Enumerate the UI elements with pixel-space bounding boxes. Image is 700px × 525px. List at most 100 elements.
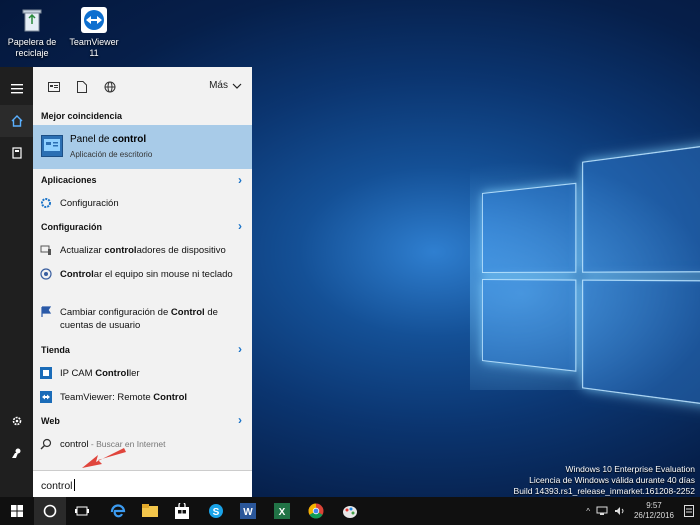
clock[interactable]: 9:57 26/12/2016: [634, 501, 674, 521]
system-tray: ^ 9:57 26/12/2016: [586, 497, 700, 525]
taskbar-app-explorer[interactable]: [138, 497, 162, 525]
desktop-icon-recycle-bin[interactable]: Papelera de reciclaje: [2, 6, 62, 59]
start-left-rail: [0, 67, 33, 497]
result-item-label: TeamViewer: Remote Control: [60, 392, 188, 403]
taskbar: S W X ^ 9:57 26/12/2016: [0, 497, 700, 525]
cortana-button[interactable]: [34, 497, 66, 525]
recycle-bin-icon: [18, 6, 46, 34]
taskbar-app-paint[interactable]: [338, 497, 362, 525]
settings-button[interactable]: [0, 405, 33, 437]
apps-filter-icon: [48, 82, 60, 92]
control-panel-icon: [41, 135, 63, 157]
svg-text:S: S: [213, 507, 220, 518]
filter-documents-button[interactable]: [69, 74, 95, 100]
taskbar-app-word[interactable]: W: [236, 497, 260, 525]
ease-of-access-icon: [40, 268, 52, 280]
notifications-icon[interactable]: [684, 505, 694, 517]
start-icon: [11, 505, 23, 517]
result-item-label: Configuración: [60, 198, 119, 209]
task-view-icon: [75, 506, 89, 516]
section-expand-settings[interactable]: ›: [238, 219, 242, 233]
result-item-label: Actualizar controladores de dispositivo: [60, 245, 226, 256]
devices-icon: [40, 245, 51, 255]
result-item[interactable]: Configuración: [33, 197, 252, 211]
result-item-label: Cambiar configuración de Control de cuen…: [60, 307, 218, 331]
paint-icon: [343, 506, 357, 518]
windows-logo-wallpaper: [482, 143, 700, 407]
task-view-button[interactable]: [68, 497, 96, 525]
section-header-apps: Aplicaciones: [41, 175, 97, 185]
desktop-icon-label: TeamViewer 11: [69, 37, 119, 58]
desktop-icon-label: Papelera de: [7, 37, 57, 47]
section-expand-apps[interactable]: ›: [238, 173, 242, 187]
taskbar-app-edge[interactable]: [106, 497, 130, 525]
tray-chevron-up-icon[interactable]: ^: [586, 507, 590, 516]
search-icon: [40, 438, 52, 450]
result-item-label: Controlar el equipo sin mouse ni teclado: [60, 269, 233, 280]
word-icon: W: [240, 503, 256, 519]
result-item[interactable]: TeamViewer: Remote Control: [33, 391, 252, 405]
cortana-icon: [43, 504, 57, 518]
home-icon: [11, 115, 22, 127]
svg-text:W: W: [243, 507, 253, 518]
svg-text:X: X: [279, 507, 286, 518]
section-expand-store[interactable]: ›: [238, 342, 242, 356]
windows-evaluation-watermark: Windows 10 Enterprise Evaluation Licenci…: [513, 464, 695, 496]
filter-web-button[interactable]: [97, 74, 123, 100]
filter-apps-button[interactable]: [41, 74, 67, 100]
chevron-down-icon: [232, 83, 242, 89]
notebook-icon: [11, 147, 22, 159]
desktop-icon-label: reciclaje: [15, 48, 49, 58]
annotation-arrow-icon: [82, 448, 126, 468]
skype-icon: S: [209, 504, 223, 518]
section-header-settings: Configuración: [41, 222, 102, 232]
desktop-icon-teamviewer[interactable]: TeamViewer 11: [64, 6, 124, 59]
filter-bar: Más: [33, 67, 252, 107]
best-match-result[interactable]: Panel de control Aplicación de escritori…: [33, 125, 252, 169]
search-results-panel: Más Mejor coincidencia Panel de control …: [33, 67, 252, 497]
taskbar-app-chrome[interactable]: [304, 497, 328, 525]
teamviewer-app-icon: [40, 391, 52, 403]
flag-icon: [41, 306, 52, 317]
network-icon[interactable]: [596, 506, 608, 516]
section-header-store: Tienda: [41, 345, 70, 355]
section-expand-web[interactable]: ›: [238, 413, 242, 427]
best-match-subtitle: Aplicación de escritorio: [70, 150, 153, 159]
chrome-icon: [308, 503, 324, 519]
hamburger-menu-button[interactable]: [0, 73, 33, 105]
search-query: control: [41, 479, 75, 492]
section-header-web: Web: [41, 416, 60, 426]
taskbar-app-store[interactable]: [170, 497, 194, 525]
document-icon: [77, 81, 87, 93]
clock-date: 26/12/2016: [633, 511, 674, 520]
best-match-header: Mejor coincidencia: [41, 111, 123, 121]
globe-icon: [104, 81, 116, 93]
more-filters-label: Más: [209, 80, 228, 91]
result-item[interactable]: IP CAM Controller: [33, 367, 252, 381]
store-icon: [175, 503, 189, 519]
ip-cam-icon: [40, 367, 52, 379]
result-item[interactable]: Controlar el equipo sin mouse ni teclado: [33, 268, 252, 296]
taskbar-app-excel[interactable]: X: [270, 497, 294, 525]
best-match-title: Panel de control: [70, 134, 147, 145]
taskbar-app-skype[interactable]: S: [204, 497, 228, 525]
explorer-icon: [142, 504, 158, 517]
home-button[interactable]: [0, 105, 33, 137]
gear-icon: [41, 198, 51, 208]
clock-time: 9:57: [646, 501, 662, 510]
result-item[interactable]: control - Buscar en Internet: [33, 438, 252, 452]
result-item-label: IP CAM Controller: [60, 368, 140, 379]
search-input[interactable]: control: [33, 470, 252, 497]
teamviewer-icon: [80, 6, 108, 34]
result-item[interactable]: Actualizar controladores de dispositivo: [33, 244, 252, 258]
start-button[interactable]: [0, 497, 34, 525]
edge-icon: [110, 504, 126, 518]
notebook-button[interactable]: [0, 137, 33, 169]
settings-icon: [12, 416, 21, 426]
more-filters-button[interactable]: Más: [209, 80, 242, 91]
excel-icon: X: [274, 503, 290, 519]
volume-icon[interactable]: [614, 506, 626, 516]
result-item[interactable]: Cambiar configuración de Control de cuen…: [33, 306, 252, 334]
feedback-icon: [11, 448, 20, 458]
feedback-button[interactable]: [0, 437, 33, 469]
